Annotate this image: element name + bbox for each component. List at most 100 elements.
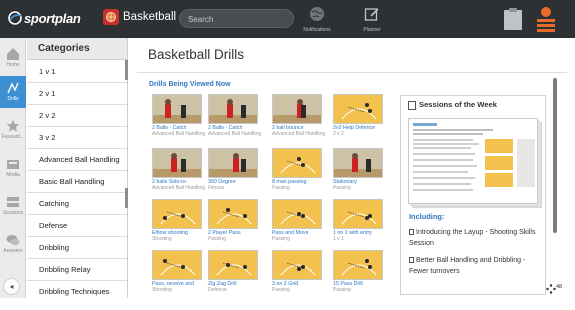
drill-card[interactable]: 1 on 1 with entry 1 v 1 <box>333 199 385 249</box>
drill-card[interactable]: 2 Balls - Catch Advanced Ball Handling <box>208 94 261 144</box>
drill-thumbnail[interactable] <box>208 250 258 280</box>
drill-card[interactable]: Elbow shooting Shooting <box>152 199 204 249</box>
drill-card[interactable]: 8 man passing Passing <box>272 148 324 198</box>
drill-thumbnail[interactable] <box>152 199 202 229</box>
sessions-of-the-week-card[interactable]: Sessions of the Week Including: Introduc… <box>400 95 546 295</box>
clipboard-icon[interactable] <box>503 7 523 31</box>
category-item[interactable]: Dribbling Relay <box>27 259 127 281</box>
category-item[interactable]: 1 v 1 <box>27 61 127 83</box>
drill-thumbnail[interactable] <box>333 250 383 280</box>
categories-scrollbar[interactable] <box>125 188 128 208</box>
collapse-nav-button[interactable]: ◂ <box>3 278 20 295</box>
globe-icon <box>310 7 324 21</box>
rail-item-sessions[interactable]: Sessions <box>0 190 26 222</box>
drills-icon <box>7 82 19 94</box>
floating-action-button[interactable]: 48 <box>546 280 570 298</box>
session-link[interactable]: Better Ball Handling and Dribbling - Few… <box>409 255 543 277</box>
category-item[interactable]: Basic Ball Handling <box>27 171 127 193</box>
drill-thumbnail[interactable] <box>272 250 322 280</box>
sportplan-logo[interactable]: sportplan <box>4 9 88 27</box>
drill-thumbnail[interactable] <box>152 250 202 280</box>
drill-card[interactable]: 2 Player Pass Passing <box>208 199 260 249</box>
top-bar: sportplan Basketball Notifications Plann… <box>0 0 575 38</box>
basketball-sport-icon[interactable] <box>103 9 119 25</box>
notifications-button[interactable]: Notifications <box>295 5 339 35</box>
drill-category: 1 v 1 <box>333 236 344 242</box>
drill-card[interactable]: Stationary Passing <box>333 148 385 198</box>
sessions-icon <box>7 197 19 207</box>
drill-category: 2 v 2 <box>333 131 344 137</box>
notifications-label: Notifications <box>303 27 331 33</box>
category-item[interactable]: Catching <box>27 193 127 215</box>
star-icon <box>6 119 20 132</box>
drill-thumbnail[interactable] <box>333 94 383 124</box>
drill-card[interactable]: 2 balls Side-to- Advanced Ball Handling <box>152 148 205 198</box>
drill-thumbnail[interactable] <box>208 199 258 229</box>
rail-label: Media <box>6 172 20 178</box>
drill-category: Advanced Ball Handling <box>152 131 206 137</box>
drill-card[interactable]: 2v2 Help Defence 2 v 2 <box>333 94 385 144</box>
drill-thumbnail[interactable] <box>272 94 322 124</box>
document-icon <box>409 257 414 263</box>
drill-card[interactable]: 2 ball bounce Advanced Ball Handling <box>272 94 325 144</box>
drill-category: Passing <box>333 287 351 293</box>
bottom-strip <box>0 298 575 310</box>
dots-icon <box>546 284 556 294</box>
drill-thumbnail[interactable] <box>152 148 202 178</box>
search-box[interactable] <box>179 9 294 28</box>
categories-panel: Categories 1 v 1 2 v 1 2 v 2 3 v 2 Advan… <box>27 38 128 298</box>
category-item[interactable]: Dribbling Techniques <box>27 281 127 298</box>
rail-item-home[interactable]: Home <box>0 42 26 74</box>
search-input[interactable] <box>188 12 288 26</box>
rail-item-media[interactable]: Media <box>0 152 26 184</box>
session-preview-document[interactable] <box>408 118 538 204</box>
drill-thumbnail[interactable] <box>208 94 258 124</box>
drill-category: Passing <box>272 287 290 293</box>
fab-count: 48 <box>556 284 563 290</box>
session-preview-image <box>409 119 537 203</box>
rail-item-drills[interactable]: Drills <box>0 76 26 108</box>
category-item[interactable]: 3 v 2 <box>27 127 127 149</box>
drill-card[interactable]: Pass and Move Passing <box>272 199 324 249</box>
title-divider <box>137 72 567 73</box>
drill-card[interactable]: 3 on 2 Grid Passing <box>272 250 324 298</box>
main-scrollbar[interactable] <box>553 78 557 233</box>
sport-selector-label[interactable]: Basketball <box>123 11 176 23</box>
rail-label: Sessions <box>2 210 24 216</box>
drill-card[interactable]: 360 Degree Fitness <box>208 148 260 198</box>
categories-header: Categories <box>27 38 127 60</box>
drill-card[interactable]: Pass, receive and Shooting <box>152 250 204 298</box>
drill-category: Advanced Ball Handling <box>272 131 326 137</box>
drill-category: Shooting <box>152 287 172 293</box>
drill-card[interactable]: 15 Pass Drill Passing <box>333 250 385 298</box>
left-nav-rail: Home Drills Favourit... Media Sessions A… <box>0 38 26 298</box>
answers-icon <box>6 235 20 246</box>
rail-item-favourites[interactable]: Favourit... <box>0 114 26 146</box>
category-item[interactable]: Defense <box>27 215 127 237</box>
category-item[interactable]: Advanced Ball Handling <box>27 149 127 171</box>
planner-button[interactable]: Planner <box>350 5 394 35</box>
drill-category: Passing <box>272 236 290 242</box>
drill-thumbnail[interactable] <box>333 148 383 178</box>
category-item[interactable]: 2 v 2 <box>27 105 127 127</box>
drill-card[interactable]: Zig Zag Drill Defense <box>208 250 260 298</box>
document-icon <box>409 229 414 235</box>
drill-thumbnail[interactable] <box>272 148 322 178</box>
drill-thumbnail[interactable] <box>152 94 202 124</box>
including-label: Including: <box>409 212 445 221</box>
category-item[interactable]: 2 v 1 <box>27 83 127 105</box>
session-link[interactable]: Introducing the Layup - Shooting Skills … <box>409 227 543 249</box>
drill-card[interactable]: 2 Balls - Catch Advanced Ball Handling <box>152 94 205 144</box>
user-menu-icon[interactable] <box>536 6 556 32</box>
media-icon <box>7 160 19 169</box>
categories-heading: Categories <box>38 43 90 54</box>
drill-thumbnail[interactable] <box>333 199 383 229</box>
drill-thumbnail[interactable] <box>272 199 322 229</box>
rail-label: Answers <box>3 248 23 254</box>
category-item[interactable]: Dribbling <box>27 237 127 259</box>
drill-thumbnail[interactable] <box>208 148 258 178</box>
rail-item-answers[interactable]: Answers <box>0 228 26 260</box>
categories-scrollbar[interactable] <box>125 60 128 80</box>
main-content: Basketball Drills Drills Being Viewed No… <box>129 38 575 298</box>
drill-category: Passing <box>272 185 290 191</box>
